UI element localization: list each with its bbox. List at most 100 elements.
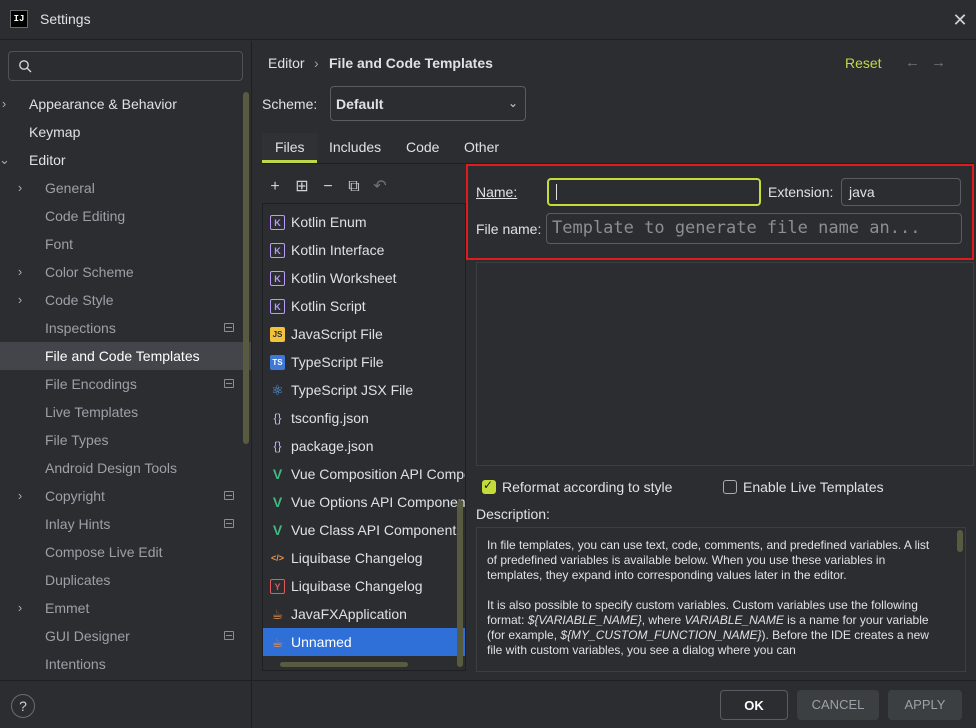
sidebar-item-keymap[interactable]: Keymap: [0, 118, 251, 146]
tab-other[interactable]: Other: [464, 139, 499, 155]
description-panel[interactable]: In file templates, you can use text, cod…: [476, 527, 966, 672]
undo-icon[interactable]: ↶: [370, 174, 390, 200]
reformat-label[interactable]: Reformat according to style: [502, 479, 672, 495]
remove-icon[interactable]: −: [318, 174, 338, 200]
list-item[interactable]: K Kotlin Worksheet: [263, 264, 465, 292]
sidebar-item-general[interactable]: › General: [0, 174, 251, 202]
sidebar-item-compose-live-edit[interactable]: Compose Live Edit: [0, 538, 251, 566]
sidebar-item-file-types[interactable]: File Types: [0, 426, 251, 454]
list-item-label: tsconfig.json: [291, 410, 369, 426]
live-templates-checkbox[interactable]: [723, 480, 737, 494]
list-horizontal-scrollbar[interactable]: [280, 662, 408, 667]
list-vertical-scrollbar[interactable]: [457, 500, 463, 667]
add-child-icon[interactable]: ⊞: [292, 174, 312, 200]
chevron-right-icon[interactable]: ›: [15, 594, 25, 622]
help-button[interactable]: ?: [11, 694, 35, 718]
description-scrollbar[interactable]: [957, 530, 963, 552]
chevron-right-icon[interactable]: ›: [0, 90, 9, 118]
tab-code[interactable]: Code: [406, 139, 439, 155]
file-type-icon: ☕: [271, 635, 284, 650]
chevron-down-icon[interactable]: ⌄: [0, 146, 10, 174]
tab-files[interactable]: Files: [275, 139, 305, 155]
back-arrow-icon[interactable]: ←: [905, 54, 920, 71]
close-icon[interactable]: ✕: [950, 10, 970, 30]
list-item[interactable]: {} tsconfig.json: [263, 404, 465, 432]
search-input[interactable]: [8, 51, 243, 81]
list-item-label: Kotlin Interface: [291, 242, 385, 258]
sidebar-item-appearance-behavior[interactable]: › Appearance & Behavior: [0, 90, 251, 118]
list-item[interactable]: JS JavaScript File: [263, 320, 465, 348]
list-item[interactable]: K Kotlin Enum: [263, 208, 465, 236]
sidebar-item-duplicates[interactable]: Duplicates: [0, 566, 251, 594]
chevron-right-icon[interactable]: ›: [15, 482, 25, 510]
list-item[interactable]: </> Liquibase Changelog: [263, 544, 465, 572]
list-item[interactable]: ☕ JavaFXApplication: [263, 600, 465, 628]
reset-button[interactable]: Reset: [845, 55, 882, 71]
project-scope-icon: [224, 491, 234, 500]
tab-includes[interactable]: Includes: [329, 139, 381, 155]
sidebar-item-copyright[interactable]: › Copyright: [0, 482, 251, 510]
chevron-right-icon[interactable]: ›: [15, 258, 25, 286]
sidebar-item-label: Copyright: [45, 488, 105, 504]
project-scope-icon: [224, 379, 234, 388]
list-item[interactable]: V Vue Options API Component: [263, 488, 465, 516]
sidebar-item-label: Intentions: [45, 656, 106, 672]
list-item[interactable]: K Kotlin Interface: [263, 236, 465, 264]
list-item-label: Liquibase Changelog: [291, 550, 423, 566]
list-item[interactable]: ☕ Unnamed: [263, 628, 465, 656]
ok-button[interactable]: OK: [720, 690, 788, 720]
list-item-label: Kotlin Worksheet: [291, 270, 397, 286]
sidebar-item-label: Appearance & Behavior: [29, 96, 177, 112]
templates-list[interactable]: K Kotlin Enum K Kotlin Interface K Kotlin Wor…: [262, 203, 466, 671]
list-item[interactable]: TS TypeScript File: [263, 348, 465, 376]
sidebar-item-code-editing[interactable]: Code Editing: [0, 202, 251, 230]
file-type-icon: K: [270, 299, 285, 314]
sidebar-item-emmet[interactable]: › Emmet: [0, 594, 251, 622]
sidebar-item-editor[interactable]: ⌄ Editor: [0, 146, 251, 174]
sidebar-item-gui-designer[interactable]: GUI Designer: [0, 622, 251, 650]
list-item[interactable]: Y Liquibase Changelog: [263, 572, 465, 600]
list-item-label: JavaFXApplication: [291, 606, 407, 622]
reformat-checkbox[interactable]: ✓: [482, 478, 496, 494]
template-editor[interactable]: [476, 262, 974, 466]
file-type-icon: K: [270, 271, 285, 286]
sidebar-item-intentions[interactable]: Intentions: [0, 650, 251, 678]
sidebar-item-inlay-hints[interactable]: Inlay Hints: [0, 510, 251, 538]
sidebar-item-color-scheme[interactable]: › Color Scheme: [0, 258, 251, 286]
live-templates-label[interactable]: Enable Live Templates: [743, 479, 884, 495]
sidebar-item-label: Code Style: [45, 292, 114, 308]
file-type-icon: Y: [270, 579, 285, 594]
file-type-icon: ☕: [271, 607, 284, 622]
cancel-button[interactable]: CANCEL: [797, 690, 879, 720]
list-item[interactable]: V Vue Class API Component: [263, 516, 465, 544]
sidebar-item-code-style[interactable]: › Code Style: [0, 286, 251, 314]
list-item-label: Kotlin Enum: [291, 214, 367, 230]
file-name-placeholder: Template to generate file name an...: [552, 218, 921, 238]
chevron-right-icon[interactable]: ›: [15, 286, 25, 314]
forward-arrow-icon[interactable]: →: [931, 54, 946, 71]
sidebar-item-live-templates[interactable]: Live Templates: [0, 398, 251, 426]
sidebar-item-inspections[interactable]: Inspections: [0, 314, 251, 342]
sidebar-item-android-design-tools[interactable]: Android Design Tools: [0, 454, 251, 482]
sidebar-item-label: Code Editing: [45, 208, 126, 224]
list-item[interactable]: ⚛ TypeScript JSX File: [263, 376, 465, 404]
list-item[interactable]: K Kotlin Script: [263, 292, 465, 320]
file-type-icon: V: [272, 522, 283, 538]
sidebar-item-file-encodings[interactable]: File Encodings: [0, 370, 251, 398]
breadcrumb-separator: ›: [314, 55, 319, 71]
sidebar-item-file-and-code-templates[interactable]: File and Code Templates: [0, 342, 251, 370]
project-scope-icon: [224, 519, 234, 528]
list-item-label: Vue Options API Component: [291, 494, 465, 510]
name-field[interactable]: [547, 178, 761, 206]
list-item[interactable]: V Vue Composition API Component: [263, 460, 465, 488]
breadcrumb-editor[interactable]: Editor: [268, 55, 305, 71]
sidebar-item-label: Android Design Tools: [45, 460, 178, 476]
add-icon[interactable]: +: [265, 174, 285, 200]
sidebar-scrollbar[interactable]: [243, 92, 249, 444]
sidebar-item-font[interactable]: Font: [0, 230, 251, 258]
copy-icon[interactable]: ⧉: [344, 174, 364, 200]
apply-button[interactable]: APPLY: [888, 690, 962, 720]
chevron-right-icon[interactable]: ›: [15, 174, 25, 202]
file-type-icon: </>: [270, 553, 284, 563]
list-item[interactable]: {} package.json: [263, 432, 465, 460]
